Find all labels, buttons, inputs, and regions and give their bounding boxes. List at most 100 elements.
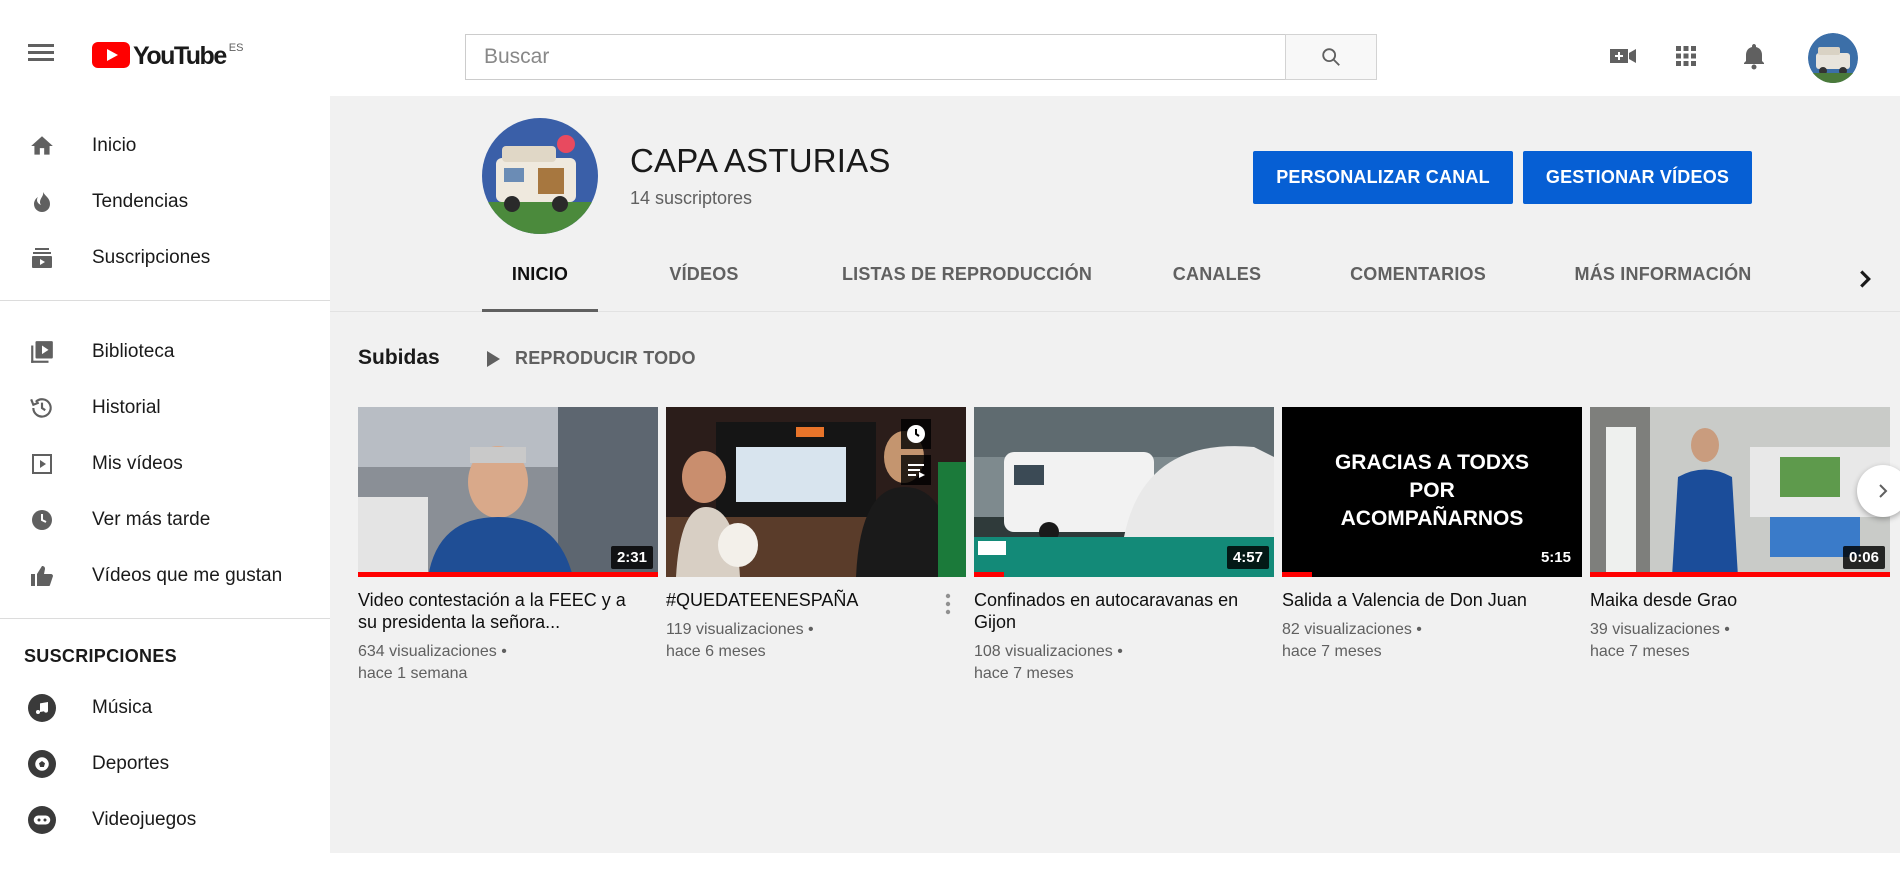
watch-progress-bar bbox=[974, 572, 1004, 577]
notifications-bell-icon bbox=[1744, 44, 1764, 70]
video-age: hace 7 meses bbox=[974, 665, 1074, 682]
subscriptions-icon bbox=[28, 244, 56, 272]
shelf-title: Subidas bbox=[358, 346, 440, 369]
sidebar-item-label: Vídeos que me gustan bbox=[92, 565, 283, 586]
channel-avatar-image bbox=[482, 118, 598, 234]
sidebar-item-tendencias[interactable]: Tendencias bbox=[0, 174, 330, 230]
clock-icon bbox=[28, 506, 56, 534]
masthead: YouTube ES bbox=[0, 0, 1900, 96]
customize-channel-button[interactable]: PERSONALIZAR CANAL bbox=[1253, 151, 1513, 204]
sidebar-item-mis-videos[interactable]: Mis vídeos bbox=[0, 436, 330, 492]
play-all-label: REPRODUCIR TODO bbox=[515, 348, 696, 368]
sidebar-divider bbox=[0, 618, 330, 619]
subscriptions-header: SUSCRIPCIONES bbox=[24, 646, 177, 666]
thumbs-up-icon bbox=[28, 562, 56, 590]
youtube-logo[interactable]: YouTube ES bbox=[92, 42, 243, 70]
sidebar-item-label: Ver más tarde bbox=[92, 509, 211, 530]
video-title[interactable]: Salida a Valencia de Don Juan bbox=[1282, 589, 1562, 611]
video-duration: 4:57 bbox=[1226, 546, 1269, 569]
thumbnail-text: GRACIAS A TODXS POR ACOMPAÑARNOS bbox=[1282, 449, 1582, 533]
search-bar bbox=[465, 34, 1377, 80]
music-icon bbox=[28, 694, 56, 722]
hamburger-menu-icon[interactable] bbox=[28, 44, 54, 62]
video-menu-button[interactable] bbox=[943, 590, 953, 620]
sidebar-item-label: Inicio bbox=[92, 135, 137, 156]
video-card: #QUEDATEENESPAÑA 119 visualizaciones • h… bbox=[666, 407, 966, 663]
channel-name: CAPA ASTURIAS bbox=[630, 142, 891, 179]
video-views: 39 visualizaciones • bbox=[1590, 621, 1730, 638]
video-title[interactable]: #QUEDATEENESPAÑA bbox=[666, 589, 946, 611]
sports-icon bbox=[28, 750, 56, 778]
tab-comentarios[interactable]: COMENTARIOS bbox=[1328, 264, 1508, 312]
guide-sidebar: Inicio Tendencias Suscripciones Bibliote… bbox=[0, 96, 330, 887]
chevron-right-icon bbox=[1879, 484, 1888, 498]
tab-inicio[interactable]: INICIO bbox=[482, 264, 598, 312]
watch-progress-bar bbox=[1282, 572, 1312, 577]
sidebar-item-biblioteca[interactable]: Biblioteca bbox=[0, 324, 330, 380]
sidebar-item-inicio[interactable]: Inicio bbox=[0, 118, 330, 174]
hover-actions bbox=[901, 419, 931, 485]
library-icon bbox=[28, 338, 56, 366]
sidebar-item-videos-que-me-gustan[interactable]: Vídeos que me gustan bbox=[0, 548, 330, 604]
create-video-button[interactable] bbox=[1607, 40, 1639, 72]
video-card: GRACIAS A TODXS POR ACOMPAÑARNOS 5:15 Sa… bbox=[1282, 407, 1582, 663]
video-views: 108 visualizaciones • bbox=[974, 643, 1123, 660]
more-vertical-icon bbox=[945, 593, 951, 615]
account-avatar[interactable] bbox=[1808, 33, 1858, 83]
search-icon bbox=[1322, 48, 1340, 66]
apps-grid-icon bbox=[1676, 46, 1696, 66]
video-views: 634 visualizaciones • bbox=[358, 643, 507, 660]
chevron-right-icon bbox=[1860, 270, 1871, 288]
avatar-image bbox=[1808, 33, 1858, 83]
sidebar-item-deportes[interactable]: Deportes bbox=[0, 736, 330, 792]
watch-progress-bar bbox=[1590, 572, 1890, 577]
video-title[interactable]: Confinados en autocaravanas en Gijon bbox=[974, 589, 1254, 633]
sidebar-item-historial[interactable]: Historial bbox=[0, 380, 330, 436]
sidebar-item-suscripciones[interactable]: Suscripciones bbox=[0, 230, 330, 286]
tab-listas-de-reproduccion[interactable]: LISTAS DE REPRODUCCIÓN bbox=[826, 264, 1108, 312]
video-duration: 0:06 bbox=[1842, 546, 1885, 569]
sidebar-item-label: Música bbox=[92, 697, 153, 718]
video-views: 82 visualizaciones • bbox=[1282, 621, 1422, 638]
tabs-scroll-right-button[interactable] bbox=[1850, 264, 1880, 294]
video-title[interactable]: Video contestación a la FEEC y a su pres… bbox=[358, 589, 638, 633]
apps-button[interactable] bbox=[1670, 40, 1702, 72]
watch-later-clock-icon[interactable] bbox=[901, 419, 931, 449]
thumbnail-text-line: ACOMPAÑARNOS bbox=[1340, 507, 1524, 530]
search-input[interactable] bbox=[465, 34, 1285, 80]
video-thumbnail[interactable]: 2:31 bbox=[358, 407, 658, 577]
video-thumbnail[interactable]: 0:06 bbox=[1590, 407, 1890, 577]
channel-page: CAPA ASTURIAS 14 suscriptores PERSONALIZ… bbox=[330, 96, 1900, 853]
sidebar-item-musica[interactable]: Música bbox=[0, 680, 330, 736]
video-title[interactable]: Maika desde Grao bbox=[1590, 589, 1870, 611]
notifications-button[interactable] bbox=[1738, 40, 1770, 72]
sidebar-divider bbox=[0, 300, 330, 301]
logo-text: YouTube bbox=[133, 42, 227, 70]
search-button[interactable] bbox=[1285, 34, 1377, 80]
video-age: hace 6 meses bbox=[666, 643, 766, 660]
play-all-button[interactable]: REPRODUCIR TODO bbox=[485, 348, 696, 369]
flame-icon bbox=[28, 188, 56, 216]
play-icon bbox=[487, 350, 500, 367]
tab-canales[interactable]: CANALES bbox=[1152, 264, 1282, 312]
video-card: 4:57 Confinados en autocaravanas en Gijo… bbox=[974, 407, 1274, 685]
my-videos-icon bbox=[28, 450, 56, 478]
video-thumbnail[interactable] bbox=[666, 407, 966, 577]
thumbnail-text-line: GRACIAS A TODXS bbox=[1334, 451, 1530, 474]
subscriber-count: 14 suscriptores bbox=[630, 188, 753, 208]
youtube-play-logo-icon bbox=[92, 42, 130, 68]
sidebar-item-videojuegos[interactable]: Videojuegos bbox=[0, 792, 330, 848]
sidebar-item-ver-mas-tarde[interactable]: Ver más tarde bbox=[0, 492, 330, 548]
video-age: hace 7 meses bbox=[1282, 643, 1382, 660]
tab-mas-informacion[interactable]: MÁS INFORMACIÓN bbox=[1552, 264, 1774, 312]
video-thumbnail[interactable]: 4:57 bbox=[974, 407, 1274, 577]
add-to-queue-icon[interactable] bbox=[901, 455, 931, 485]
manage-videos-button[interactable]: GESTIONAR VÍDEOS bbox=[1523, 151, 1752, 204]
video-thumbnail[interactable]: GRACIAS A TODXS POR ACOMPAÑARNOS 5:15 bbox=[1282, 407, 1582, 577]
sidebar-item-label: Tendencias bbox=[92, 191, 189, 212]
tab-videos[interactable]: VÍDEOS bbox=[646, 264, 762, 312]
shelf-next-button[interactable] bbox=[1857, 465, 1900, 517]
logo-region: ES bbox=[228, 42, 244, 54]
sidebar-item-label: Videojuegos bbox=[92, 809, 197, 830]
channel-avatar[interactable] bbox=[482, 118, 598, 234]
